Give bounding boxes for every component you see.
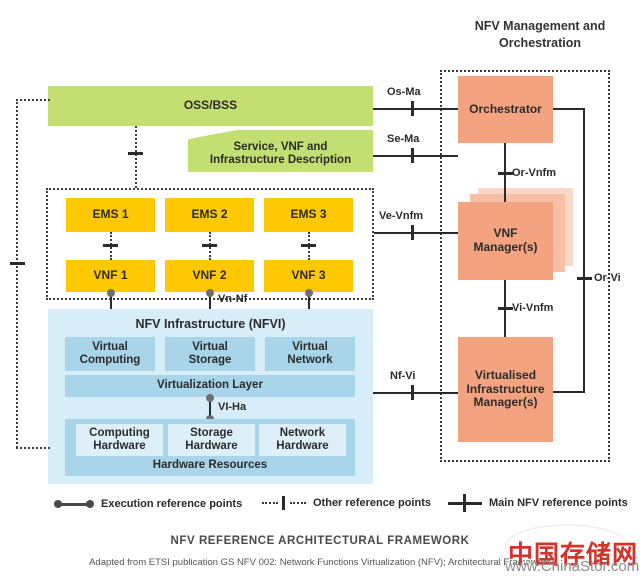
vim-line3: Manager(s) <box>473 395 538 410</box>
nfvi-title: NFV Infrastructure (NFVI) <box>48 315 373 333</box>
ve-vnfm-reference-tick <box>411 225 414 240</box>
mano-title: NFV Management and Orchestration <box>440 18 640 52</box>
legend-label-other: Other reference points <box>313 497 431 509</box>
vn-nf-dot-3-top <box>304 289 313 297</box>
virtualised-infrastructure-manager-block[interactable]: Virtualised Infrastructure Manager(s) <box>458 337 553 442</box>
left-dotted-top-segment <box>16 99 50 101</box>
oss-bss-block[interactable]: OSS/BSS <box>48 86 373 126</box>
orchestrator-block[interactable]: Orchestrator <box>458 76 553 143</box>
vn-nf-reference-label: Vn-Nf <box>218 293 248 305</box>
vim-line1: Virtualised <box>474 367 537 382</box>
or-vnfm-reference-tick <box>497 172 513 175</box>
virtual-storage-line2: Storage <box>188 354 232 366</box>
virtual-computing-line2: Computing <box>79 354 141 366</box>
vi-ha-reference-label: VI-Ha <box>218 401 247 413</box>
ve-vnfm-connector <box>374 232 458 234</box>
se-ma-connector <box>373 155 458 157</box>
os-ma-reference-label: Os-Ma <box>387 86 421 98</box>
os-ma-connector <box>373 108 458 110</box>
vnf-2-block[interactable]: VNF 2 <box>165 260 254 292</box>
legend-execution-reference: Execution reference points <box>54 498 242 510</box>
oss-bss-label: OSS/BSS <box>183 98 238 113</box>
vnf-1-block[interactable]: VNF 1 <box>66 260 155 292</box>
nfv-architecture-diagram: NFV Management and Orchestration OSS/BSS… <box>0 0 640 576</box>
nf-vi-reference-tick <box>411 385 414 400</box>
ems-1-label: EMS 1 <box>92 207 129 222</box>
se-ma-reference-label: Se-Ma <box>387 133 420 145</box>
virtual-network-line2: Network <box>287 354 333 366</box>
mano-title-line1: NFV Management and <box>474 19 606 33</box>
ems-2-block[interactable]: EMS 2 <box>165 198 254 232</box>
or-vi-reference-tick <box>576 277 592 280</box>
vnf-3-label: VNF 3 <box>291 268 326 283</box>
legend-label-execution: Execution reference points <box>101 498 243 510</box>
ems2-vnf2-reference-tick <box>202 244 217 247</box>
other-reference-icon <box>262 496 306 510</box>
vnf-2-label: VNF 2 <box>192 268 227 283</box>
orchestrator-label: Orchestrator <box>469 101 542 116</box>
ems-3-label: EMS 3 <box>290 207 327 222</box>
computing-hardware-block[interactable]: Computing Hardware <box>76 424 163 456</box>
description-line2: Infrastructure Description <box>209 154 352 166</box>
virtual-storage-block[interactable]: Virtual Storage <box>165 337 255 371</box>
ems-2-label: EMS 2 <box>191 207 228 222</box>
or-vi-connector-top <box>553 108 585 110</box>
vn-nf-dot-1-top <box>106 289 115 297</box>
network-hardware-line1: Network <box>279 426 326 439</box>
hardware-resources-title: Hardware Resources <box>65 458 355 474</box>
or-vi-reference-label: Or-Vi <box>594 272 621 284</box>
virtual-computing-block[interactable]: Virtual Computing <box>65 337 155 371</box>
storage-hardware-line2: Hardware <box>185 440 238 452</box>
or-vnfm-reference-label: Or-Vnfm <box>512 167 556 179</box>
vnf-1-label: VNF 1 <box>93 268 128 283</box>
watermark-en: www.ChinaStor.com <box>505 558 640 575</box>
virtual-network-line1: Virtual <box>292 340 328 353</box>
vnf-manager-line2: Manager(s) <box>473 240 538 254</box>
ems1-vnf1-reference-tick <box>103 244 118 247</box>
service-vnf-infrastructure-description-block[interactable]: Service, VNF and Infrastructure Descript… <box>188 130 373 172</box>
nf-vi-reference-label: Nf-Vi <box>390 370 416 382</box>
legend-label-main: Main NFV reference points <box>489 497 628 509</box>
left-dotted-bottom-segment <box>16 447 50 449</box>
virtual-storage-line1: Virtual <box>192 340 228 353</box>
vnf-3-block[interactable]: VNF 3 <box>264 260 353 292</box>
vnf-manager-block[interactable]: VNF Manager(s) <box>458 202 553 280</box>
legend-other-reference: Other reference points <box>262 496 431 510</box>
storage-hardware-block[interactable]: Storage Hardware <box>168 424 255 456</box>
virtualization-layer-label: Virtualization Layer <box>157 379 263 392</box>
left-dotted-vertical-segment <box>16 99 18 448</box>
nf-vi-connector <box>373 392 458 394</box>
virtual-computing-line1: Virtual <box>92 340 128 353</box>
ve-vnfm-reference-label: Ve-Vnfm <box>379 210 424 222</box>
network-hardware-line2: Hardware <box>276 440 329 452</box>
legend-main-reference: Main NFV reference points <box>448 494 628 512</box>
vnf-manager-line1: VNF <box>493 226 518 241</box>
se-ma-reference-tick <box>411 148 414 163</box>
ems-3-block[interactable]: EMS 3 <box>264 198 353 232</box>
left-dotted-reference-tick <box>10 262 25 265</box>
ems3-vnf3-reference-tick <box>301 244 316 247</box>
ems-1-block[interactable]: EMS 1 <box>66 198 155 232</box>
vn-nf-dot-2-top <box>205 289 214 297</box>
main-reference-icon <box>448 494 482 512</box>
or-vi-connector-vertical <box>583 108 585 393</box>
storage-hardware-line1: Storage <box>190 426 233 439</box>
vi-ha-dot-top <box>205 394 214 402</box>
network-hardware-block[interactable]: Network Hardware <box>259 424 346 456</box>
hardware-resources-label: Hardware Resources <box>152 459 268 472</box>
nfvi-title-label: NFV Infrastructure (NFVI) <box>135 316 286 331</box>
description-line1: Service, VNF and <box>233 140 328 153</box>
computing-hardware-line1: Computing <box>89 426 150 439</box>
vi-vnfm-reference-label: Vi-Vnfm <box>512 302 554 314</box>
mano-title-line2: Orchestration <box>499 35 581 50</box>
vi-vnfm-reference-tick <box>497 307 513 310</box>
vim-line2: Infrastructure <box>466 381 545 396</box>
os-ma-reference-tick <box>411 101 414 116</box>
oss-to-ems-dotted-connector <box>135 126 137 188</box>
or-vi-connector-bottom <box>553 391 585 393</box>
virtual-network-block[interactable]: Virtual Network <box>265 337 355 371</box>
execution-reference-icon <box>54 499 94 509</box>
oss-to-ems-reference-tick <box>128 152 143 155</box>
computing-hardware-line2: Hardware <box>93 440 146 452</box>
